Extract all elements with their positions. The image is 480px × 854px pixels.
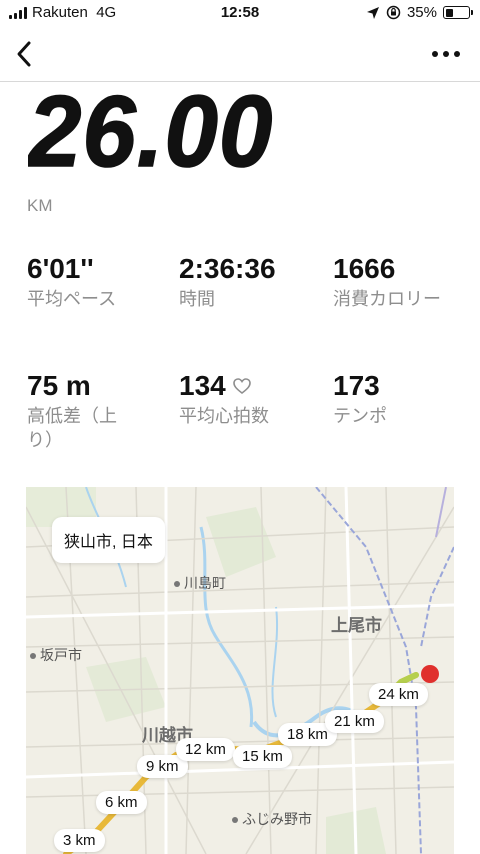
stat-value: 6'01'' xyxy=(27,253,94,284)
km-marker: 15 km xyxy=(233,745,292,768)
distance-value: 26.00 xyxy=(28,82,274,187)
orientation-lock-icon xyxy=(386,5,401,20)
km-marker: 12 km xyxy=(176,738,235,761)
battery-icon xyxy=(443,6,473,19)
stat-value: 1666 xyxy=(333,253,396,284)
stat-duration: 2:36:36 時間 xyxy=(179,253,329,311)
stat-value: 173 xyxy=(333,370,380,401)
stat-calories: 1666 消費カロリー xyxy=(333,253,453,311)
stat-label: テンポ xyxy=(333,405,387,426)
km-marker: 21 km xyxy=(325,710,384,733)
stat-label: 消費カロリー xyxy=(333,288,441,309)
distance-unit: KM xyxy=(27,196,53,215)
nav-bar xyxy=(0,28,480,82)
stat-elevation: 75 m 高低差（上り） xyxy=(27,370,137,452)
place-label-fujimino: ふじみ野市 xyxy=(232,809,312,829)
km-marker: 24 km xyxy=(369,683,428,706)
km-marker: 3 km xyxy=(54,829,105,852)
stat-avg-heart-rate: 134 平均心拍数 xyxy=(179,370,329,428)
place-label-kawajima: 川島町 xyxy=(174,573,226,593)
km-marker: 6 km xyxy=(96,791,147,814)
chevron-left-icon xyxy=(17,41,31,67)
place-label-sakado: 坂戸市 xyxy=(30,645,82,665)
stat-cadence: 173 テンポ xyxy=(333,370,480,428)
battery-percent: 35% xyxy=(406,4,437,21)
stat-value: 75 m xyxy=(27,370,91,401)
status-bar: Rakuten 4G 12:58 35% xyxy=(0,0,480,28)
location-arrow-icon xyxy=(366,6,379,19)
more-dots-icon xyxy=(432,51,438,57)
stat-label: 時間 xyxy=(179,288,215,309)
heart-outline-icon xyxy=(232,378,251,395)
route-map[interactable]: 狭山市, 日本 川島町 上尾市 坂戸市 川越市 ふじみ野市 3 km 6 km … xyxy=(26,487,454,854)
place-label-ageo: 上尾市 xyxy=(331,616,382,635)
location-chip[interactable]: 狭山市, 日本 xyxy=(52,517,165,563)
stat-label: 高低差（上り） xyxy=(27,405,117,451)
route-end-pin xyxy=(421,665,439,683)
stat-label: 平均ペース xyxy=(27,288,117,309)
more-button[interactable] xyxy=(428,40,464,68)
stat-value: 2:36:36 xyxy=(179,253,276,284)
back-button[interactable] xyxy=(6,36,42,72)
stat-value: 134 xyxy=(179,370,226,401)
status-right: 35% xyxy=(366,4,473,21)
stat-label: 平均心拍数 xyxy=(179,405,269,426)
stat-avg-pace: 6'01'' 平均ペース xyxy=(27,253,177,311)
